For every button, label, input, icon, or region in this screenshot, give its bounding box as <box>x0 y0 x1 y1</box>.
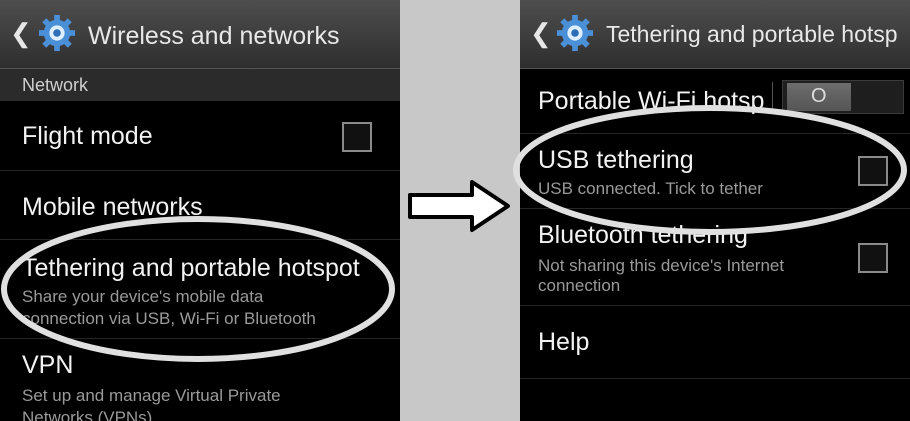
highlight-overlay <box>1 105 907 362</box>
highlight-ellipse-tethering <box>1 216 395 362</box>
highlight-ellipse-usb-tethering <box>513 105 907 235</box>
